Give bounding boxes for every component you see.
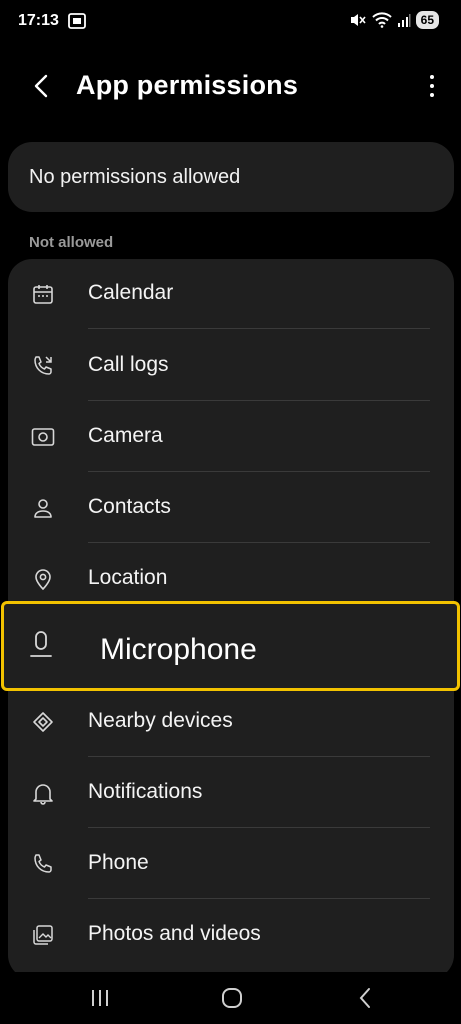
divider	[88, 400, 430, 401]
permission-item-call-logs[interactable]: Call logs	[8, 331, 454, 401]
summary-text: No permissions allowed	[29, 166, 241, 188]
permission-label: Calendar	[88, 281, 174, 304]
permission-item-nearby-devices[interactable]: Nearby devices	[8, 687, 454, 757]
divider	[88, 542, 430, 543]
call-log-icon	[30, 353, 56, 379]
back-button[interactable]	[26, 68, 56, 104]
screenshot-icon	[68, 13, 86, 29]
divider	[88, 756, 430, 757]
more-vert-icon	[430, 75, 434, 79]
phone-icon	[30, 851, 56, 877]
divider	[88, 328, 430, 329]
permission-label: Photos and videos	[88, 922, 261, 945]
permission-item-contacts[interactable]: Contacts	[8, 473, 454, 543]
status-icons: 65	[349, 11, 439, 29]
permission-label: Contacts	[88, 495, 171, 518]
permission-summary-card: No permissions allowed	[8, 142, 454, 212]
system-navigation-bar	[0, 972, 461, 1024]
location-icon	[30, 566, 56, 592]
permission-item-phone[interactable]: Phone	[8, 829, 454, 899]
home-icon	[221, 987, 243, 1009]
divider	[88, 827, 430, 828]
more-vert-dot	[430, 93, 434, 97]
section-header-not-allowed: Not allowed	[29, 234, 114, 251]
notifications-icon	[30, 780, 56, 806]
divider	[88, 898, 430, 899]
page-title: App permissions	[76, 70, 299, 100]
back-nav-icon	[358, 987, 372, 1009]
permission-item-calendar[interactable]: Calendar	[8, 259, 454, 329]
permission-label: Nearby devices	[88, 709, 233, 732]
recent-apps-icon	[90, 989, 110, 1007]
permission-item-microphone[interactable]: Microphone	[1, 601, 460, 691]
signal-icon	[397, 13, 411, 27]
status-bar: 17:13 65	[0, 0, 461, 44]
recent-apps-button[interactable]	[78, 982, 122, 1014]
divider	[88, 471, 430, 472]
more-options-button[interactable]	[425, 70, 439, 102]
calendar-icon	[30, 281, 56, 307]
wifi-icon	[371, 12, 392, 28]
back-nav-button[interactable]	[343, 982, 387, 1014]
app-bar: App permissions	[0, 58, 461, 114]
permission-label: Camera	[88, 424, 163, 447]
battery-indicator: 65	[415, 11, 439, 29]
microphone-icon	[24, 628, 58, 662]
nearby-devices-icon	[30, 709, 56, 735]
mute-icon	[349, 12, 367, 28]
permission-item-photos-and-videos[interactable]: Photos and videos	[8, 900, 454, 970]
permission-item-notifications[interactable]: Notifications	[8, 758, 454, 828]
permission-label: Location	[88, 566, 168, 589]
more-vert-dot	[430, 84, 434, 88]
camera-icon	[30, 424, 56, 450]
photos-icon	[30, 922, 56, 948]
permission-item-camera[interactable]: Camera	[8, 402, 454, 472]
home-button[interactable]	[210, 982, 254, 1014]
permission-label: Microphone	[100, 633, 257, 666]
permission-label: Call logs	[88, 353, 169, 376]
permission-label: Phone	[88, 851, 149, 874]
permission-label: Notifications	[88, 780, 203, 803]
contacts-icon	[30, 495, 56, 521]
chevron-left-icon	[34, 74, 48, 98]
status-time: 17:13	[18, 12, 59, 29]
